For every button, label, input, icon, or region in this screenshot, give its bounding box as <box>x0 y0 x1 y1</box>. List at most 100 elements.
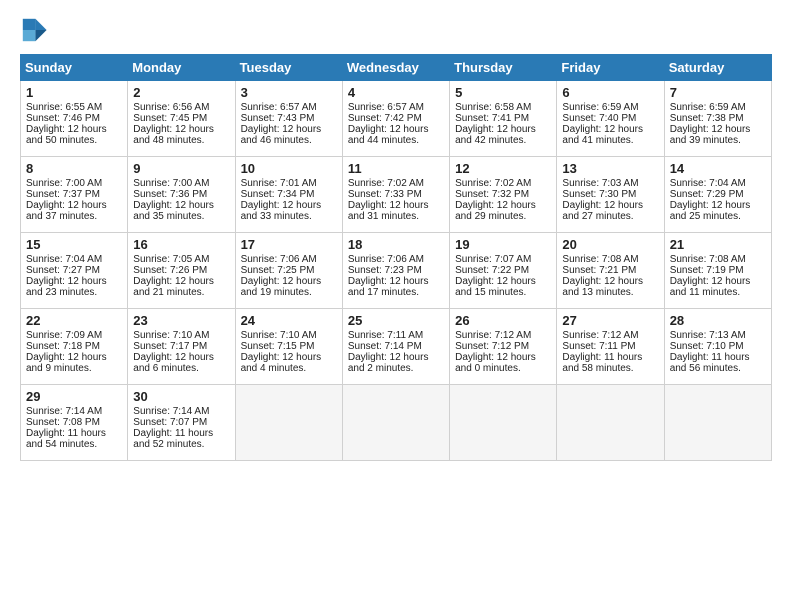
day-info-line: Sunrise: 7:00 AM <box>26 178 122 189</box>
day-info-line: Daylight: 12 hours <box>348 276 444 287</box>
day-info-line: Sunset: 7:30 PM <box>562 189 658 200</box>
day-number: 6 <box>562 85 658 100</box>
day-info-line: Sunrise: 7:00 AM <box>133 178 229 189</box>
day-cell: 9Sunrise: 7:00 AMSunset: 7:36 PMDaylight… <box>128 157 235 233</box>
day-info-line: Sunrise: 6:56 AM <box>133 102 229 113</box>
day-info-line: Daylight: 12 hours <box>348 200 444 211</box>
day-info-line: Daylight: 12 hours <box>26 200 122 211</box>
day-cell: 4Sunrise: 6:57 AMSunset: 7:42 PMDaylight… <box>342 81 449 157</box>
week-row-2: 8Sunrise: 7:00 AMSunset: 7:37 PMDaylight… <box>21 157 772 233</box>
day-info-line: Sunrise: 6:58 AM <box>455 102 551 113</box>
col-header-friday: Friday <box>557 55 664 81</box>
day-cell: 13 Sunrise: 7:03 AMSunset: 7:30 PMDayligh… <box>557 157 664 233</box>
day-info-line: Sunset: 7:33 PM <box>348 189 444 200</box>
day-info-line: Sunrise: 7:03 AM <box>562 178 658 189</box>
day-info-line: Daylight: 11 hours <box>562 352 658 363</box>
day-number: 19 <box>455 237 551 252</box>
day-info-line: and 35 minutes. <box>133 211 229 222</box>
day-info-line: and 44 minutes. <box>348 135 444 146</box>
day-info-line: Sunrise: 7:11 AM <box>348 330 444 341</box>
day-cell: 25Sunrise: 7:11 AMSunset: 7:14 PMDayligh… <box>342 309 449 385</box>
day-info-line: Daylight: 12 hours <box>133 352 229 363</box>
day-number: 5 <box>455 85 551 100</box>
day-info-line: Sunrise: 7:14 AM <box>133 406 229 417</box>
day-info-line: Daylight: 11 hours <box>670 352 766 363</box>
day-cell: 20Sunrise: 7:08 AMSunset: 7:21 PMDayligh… <box>557 233 664 309</box>
day-number: 28 <box>670 313 766 328</box>
day-cell: 12Sunrise: 7:02 AMSunset: 7:32 PMDayligh… <box>450 157 557 233</box>
day-info-line: and 4 minutes. <box>241 363 337 374</box>
day-info-line: Sunset: 7:40 PM <box>562 113 658 124</box>
page: SundayMondayTuesdayWednesdayThursdayFrid… <box>0 0 792 473</box>
day-number: 16 <box>133 237 229 252</box>
day-cell <box>450 385 557 461</box>
day-cell <box>664 385 771 461</box>
day-info-line: Sunrise: 7:02 AM <box>348 178 444 189</box>
day-number: 2 <box>133 85 229 100</box>
day-info-line: Sunset: 7:46 PM <box>26 113 122 124</box>
day-info-line: Sunrise: 7:04 AM <box>26 254 122 265</box>
day-number: 4 <box>348 85 444 100</box>
day-info-line: and 46 minutes. <box>241 135 337 146</box>
day-info-line: Daylight: 12 hours <box>670 276 766 287</box>
day-info-line: Daylight: 12 hours <box>670 124 766 135</box>
week-row-1: 1Sunrise: 6:55 AMSunset: 7:46 PMDaylight… <box>21 81 772 157</box>
day-info-line: Sunrise: 6:57 AM <box>241 102 337 113</box>
day-number: 27 <box>562 313 658 328</box>
day-cell: 6Sunrise: 6:59 AMSunset: 7:40 PMDaylight… <box>557 81 664 157</box>
day-info-line: and 6 minutes. <box>133 363 229 374</box>
day-info-line: and 37 minutes. <box>26 211 122 222</box>
day-number: 12 <box>455 161 551 176</box>
day-info-line: Sunrise: 6:59 AM <box>562 102 658 113</box>
day-info-line: and 56 minutes. <box>670 363 766 374</box>
day-info-line: Sunrise: 6:59 AM <box>670 102 766 113</box>
day-number: 7 <box>670 85 766 100</box>
day-info-line: Daylight: 12 hours <box>562 200 658 211</box>
day-info-line: Sunrise: 7:08 AM <box>670 254 766 265</box>
day-info-line: Daylight: 12 hours <box>241 200 337 211</box>
day-info-line: Sunset: 7:36 PM <box>133 189 229 200</box>
week-row-3: 15Sunrise: 7:04 AMSunset: 7:27 PMDayligh… <box>21 233 772 309</box>
day-cell: 22Sunrise: 7:09 AMSunset: 7:18 PMDayligh… <box>21 309 128 385</box>
day-info-line: Daylight: 12 hours <box>241 352 337 363</box>
day-info-line: and 54 minutes. <box>26 439 122 450</box>
day-cell: 5Sunrise: 6:58 AMSunset: 7:41 PMDaylight… <box>450 81 557 157</box>
day-info-line: Sunrise: 7:12 AM <box>562 330 658 341</box>
day-info-line: Sunset: 7:26 PM <box>133 265 229 276</box>
day-info-line: and 50 minutes. <box>26 135 122 146</box>
day-info-line: Sunrise: 7:10 AM <box>133 330 229 341</box>
day-number: 20 <box>562 237 658 252</box>
day-info-line: Sunset: 7:19 PM <box>670 265 766 276</box>
day-cell <box>342 385 449 461</box>
day-info-line: Sunset: 7:17 PM <box>133 341 229 352</box>
day-info-line: Daylight: 11 hours <box>133 428 229 439</box>
day-cell <box>235 385 342 461</box>
day-info-line: Sunrise: 7:09 AM <box>26 330 122 341</box>
col-header-saturday: Saturday <box>664 55 771 81</box>
day-number: 18 <box>348 237 444 252</box>
day-info-line: Daylight: 12 hours <box>26 124 122 135</box>
day-info-line: Sunrise: 7:12 AM <box>455 330 551 341</box>
day-info-line: and 11 minutes. <box>670 287 766 298</box>
day-info-line: and 39 minutes. <box>670 135 766 146</box>
day-info-line: and 23 minutes. <box>26 287 122 298</box>
day-number: 26 <box>455 313 551 328</box>
day-number: 13 <box>562 161 658 176</box>
day-info-line: Daylight: 12 hours <box>562 276 658 287</box>
day-number: 3 <box>241 85 337 100</box>
day-cell: 28Sunrise: 7:13 AMSunset: 7:10 PMDayligh… <box>664 309 771 385</box>
day-info-line: and 15 minutes. <box>455 287 551 298</box>
col-header-sunday: Sunday <box>21 55 128 81</box>
day-info-line: Sunset: 7:23 PM <box>348 265 444 276</box>
day-info-line: Daylight: 11 hours <box>26 428 122 439</box>
day-cell: 27Sunrise: 7:12 AMSunset: 7:11 PMDayligh… <box>557 309 664 385</box>
day-cell: 26Sunrise: 7:12 AMSunset: 7:12 PMDayligh… <box>450 309 557 385</box>
day-info-line: Sunset: 7:29 PM <box>670 189 766 200</box>
day-number: 23 <box>133 313 229 328</box>
day-info-line: and 13 minutes. <box>562 287 658 298</box>
day-info-line: Sunset: 7:22 PM <box>455 265 551 276</box>
col-header-wednesday: Wednesday <box>342 55 449 81</box>
day-info-line: Sunrise: 7:14 AM <box>26 406 122 417</box>
day-cell: 29Sunrise: 7:14 AMSunset: 7:08 PMDayligh… <box>21 385 128 461</box>
day-info-line: Sunset: 7:34 PM <box>241 189 337 200</box>
